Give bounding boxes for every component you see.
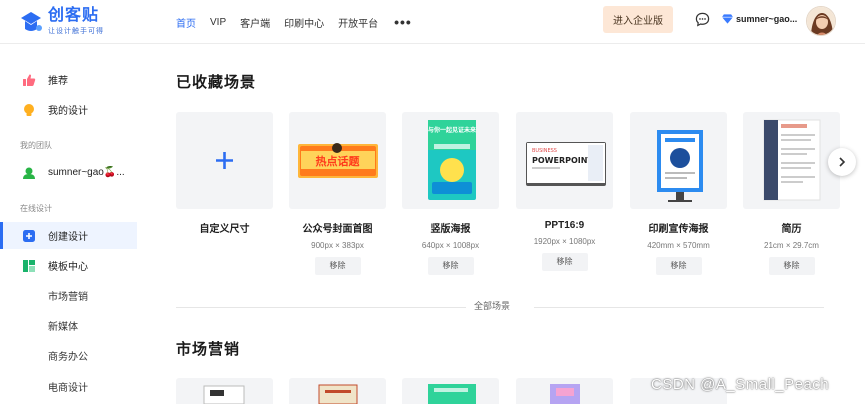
sidebar-sub-ecommerce[interactable]: 电商设计	[48, 379, 88, 394]
card-thumb[interactable]: 与你一起见证未来	[402, 112, 499, 209]
top-header: 创客贴 让设计触手可得 首页 VIP 客户端 印刷中心 开放平台 ••• 进入企…	[0, 0, 865, 44]
template-thumb[interactable]	[402, 378, 499, 404]
logo-slogan: 让设计触手可得	[48, 28, 104, 35]
vip-diamond-icon	[722, 14, 733, 24]
sidebar-item-recommend[interactable]: 推荐	[0, 66, 137, 93]
scene-card-vertical-poster[interactable]: 与你一起见证未来 竖版海报 640px × 1008px 移除	[402, 112, 499, 275]
remove-button[interactable]: 移除	[768, 257, 815, 275]
nav-home[interactable]: 首页	[176, 15, 196, 30]
main-nav: 首页 VIP 客户端 印刷中心 开放平台 •••	[176, 0, 412, 44]
plus-icon	[216, 152, 233, 169]
scene-card-print-poster[interactable]: 印刷宣传海报 420mm × 570mm 移除	[630, 112, 727, 275]
marketing-title: 市场营销	[176, 341, 241, 358]
card-thumb[interactable]	[743, 112, 840, 209]
main-content: 已收藏场景 自定义尺寸 热点话题 公众号封面首图 900px × 383px 移…	[150, 45, 865, 404]
template-thumb[interactable]	[516, 378, 613, 404]
collected-title: 已收藏场景	[176, 74, 257, 91]
nav-vip[interactable]: VIP	[210, 17, 226, 28]
user-name: sumner~gao...	[736, 14, 798, 24]
card-size: 640px × 1008px	[421, 241, 480, 250]
remove-button[interactable]: 移除	[427, 257, 474, 275]
scene-card-wechat-cover[interactable]: 热点话题 公众号封面首图 900px × 383px 移除	[289, 112, 386, 275]
avatar-image	[807, 7, 835, 35]
carousel-next-button[interactable]	[828, 148, 856, 176]
card-thumb[interactable]	[630, 112, 727, 209]
sidebar-sub-new-media[interactable]: 新媒体	[48, 318, 78, 333]
sidebar-item-label: 创建设计	[48, 232, 88, 243]
ppt-art-title: POWERPOINT	[532, 156, 593, 165]
template-thumb-art	[203, 385, 245, 404]
lightbulb-icon	[24, 103, 34, 116]
nav-client[interactable]: 客户端	[240, 15, 270, 30]
template-thumb-art	[318, 384, 358, 404]
sidebar-sub-marketing[interactable]: 市场营销	[48, 288, 88, 303]
enterprise-button[interactable]: 进入企业版	[603, 6, 673, 33]
logo-name: 创客贴	[48, 7, 100, 24]
card-name: 自定义尺寸	[199, 224, 250, 235]
template-icon	[23, 259, 35, 272]
card-name: 印刷宣传海报	[648, 224, 709, 235]
wechat-cover-art-text: 热点话题	[316, 154, 361, 168]
sidebar-sub-business-office[interactable]: 商务办公	[48, 348, 88, 363]
all-scenes-label[interactable]: 全部场景	[466, 299, 519, 312]
sidebar-item-my-designs[interactable]: 我的设计	[0, 96, 137, 123]
card-name: 竖版海报	[430, 224, 471, 235]
logo[interactable]: 创客贴 让设计触手可得	[18, 8, 104, 36]
logo-icon	[21, 12, 42, 31]
scene-card-ppt[interactable]: BUSINESS POWERPOINT PPT16:9 1920px × 108…	[516, 112, 613, 271]
vertical-poster-art-text: 与你一起见证未来	[428, 126, 477, 134]
scene-card-resume[interactable]: 简历 21cm × 29.7cm 移除	[743, 112, 840, 275]
team-icon	[23, 167, 35, 179]
chevron-right-icon	[839, 157, 846, 167]
user-menu[interactable]: sumner~gao...	[722, 14, 797, 24]
print-poster-art	[657, 130, 703, 202]
sidebar-item-team[interactable]: sumner~gao🍒...	[0, 159, 137, 186]
divider	[176, 307, 466, 308]
card-thumb[interactable]: BUSINESS POWERPOINT	[516, 112, 613, 209]
card-name: PPT16:9	[544, 220, 585, 231]
thumbs-up-icon	[23, 73, 36, 86]
sidebar-item-template-center[interactable]: 模板中心	[0, 252, 137, 279]
ppt-art-label: BUSINESS	[532, 148, 557, 154]
custom-size-thumb[interactable]	[176, 112, 273, 209]
remove-button[interactable]: 移除	[655, 257, 702, 275]
card-size: 1920px × 1080px	[533, 237, 596, 246]
nav-open-platform[interactable]: 开放平台	[338, 15, 378, 30]
remove-button[interactable]: 移除	[314, 257, 361, 275]
card-size: 21cm × 29.7cm	[764, 241, 819, 250]
template-thumb-art	[550, 384, 580, 404]
more-icon[interactable]: •••	[394, 15, 412, 29]
scene-card-custom[interactable]: 自定义尺寸	[176, 112, 273, 235]
template-thumb[interactable]	[289, 378, 386, 404]
sidebar-item-label: sumner~gao🍒...	[48, 167, 125, 178]
sidebar-item-label: 我的设计	[48, 106, 88, 117]
sidebar: 推荐 我的设计 我的团队 sumner~gao🍒... 在线设计 创建设计 模板…	[0, 45, 150, 404]
card-size: 900px × 383px	[311, 241, 364, 250]
ppt-art: BUSINESS POWERPOINT	[526, 142, 606, 186]
card-name: 简历	[781, 224, 802, 235]
card-thumb[interactable]: 热点话题	[289, 112, 386, 209]
plus-square-icon	[23, 229, 35, 242]
team-section-label: 我的团队	[20, 141, 52, 150]
sidebar-item-label: 推荐	[48, 76, 68, 87]
watermark: CSDN @A_Small_Peach	[651, 376, 830, 393]
sidebar-item-label: 模板中心	[48, 262, 88, 273]
template-thumb-art	[428, 384, 476, 404]
avatar[interactable]	[806, 6, 836, 36]
wechat-cover-art: 热点话题	[298, 143, 378, 178]
template-thumb[interactable]	[176, 378, 273, 404]
online-section-label: 在线设计	[20, 204, 52, 213]
vertical-poster-art: 与你一起见证未来	[428, 120, 477, 200]
chat-bubble-icon[interactable]	[695, 12, 710, 27]
sidebar-item-create-design[interactable]: 创建设计	[0, 222, 137, 249]
remove-button[interactable]: 移除	[541, 253, 588, 271]
nav-print-center[interactable]: 印刷中心	[284, 15, 324, 30]
divider	[534, 307, 824, 308]
card-name: 公众号封面首图	[302, 224, 373, 235]
resume-art	[763, 119, 821, 201]
card-size: 420mm × 570mm	[647, 241, 710, 250]
